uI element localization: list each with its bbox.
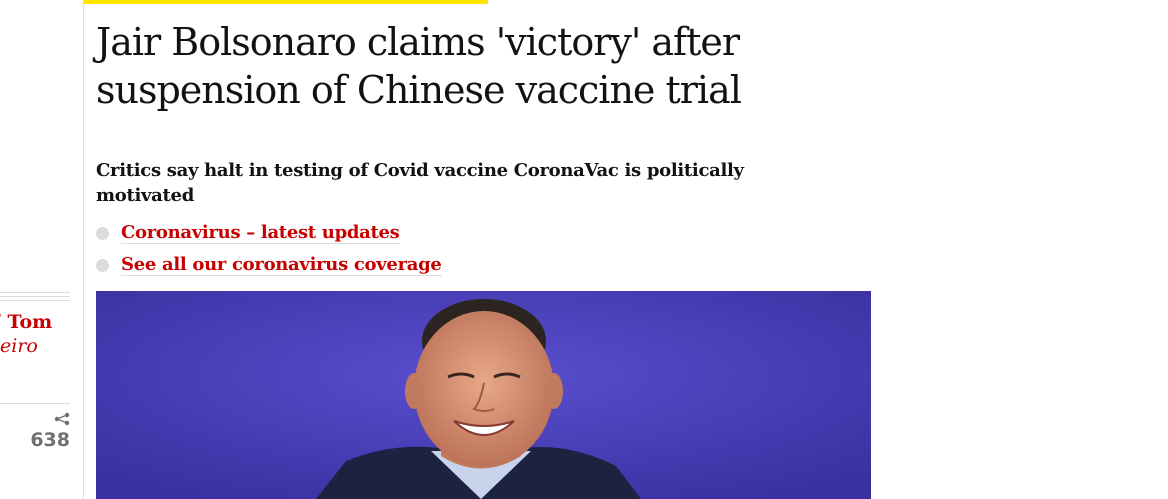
article-headline: Jair Bolsonaro claims 'victory' after su… <box>96 20 742 112</box>
column-divider <box>83 0 84 499</box>
left-meta-column: / Tom eiro 638 <box>0 0 83 499</box>
coronavirus-coverage-link[interactable]: See all our coronavirus coverage <box>121 254 442 276</box>
article-standfirst: Critics say halt in testing of Covid vac… <box>96 160 744 206</box>
bullet-dot <box>96 227 109 240</box>
related-link-item: See all our coronavirus coverage <box>96 251 442 283</box>
byline-author[interactable]: / Tom <box>0 310 82 334</box>
share-count: 638 <box>30 429 70 451</box>
section-accent-bar <box>84 0 488 4</box>
related-links-list: Coronavirus – latest updates See all our… <box>96 219 442 283</box>
bullet-dot <box>96 259 109 272</box>
meta-top-rules <box>0 292 70 304</box>
share-icon[interactable] <box>53 411 71 426</box>
coronavirus-latest-updates-link[interactable]: Coronavirus – latest updates <box>121 222 400 244</box>
article-main-image <box>96 291 871 499</box>
byline-location: eiro <box>0 335 38 357</box>
byline[interactable]: / Tom eiro <box>0 310 82 358</box>
related-link-item: Coronavirus – latest updates <box>96 219 442 251</box>
meta-divider <box>0 403 70 404</box>
